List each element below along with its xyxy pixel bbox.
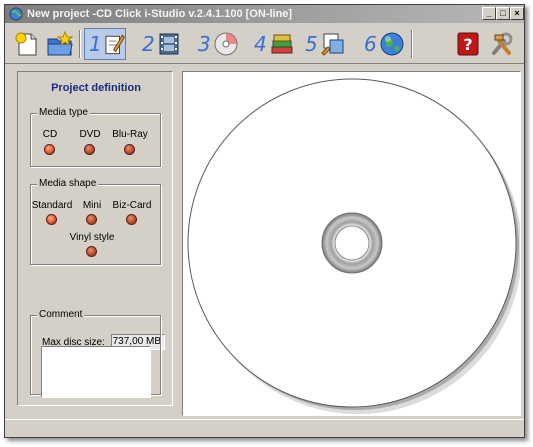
step-1-number: 1 xyxy=(89,32,102,56)
step-5-button[interactable]: 5 xyxy=(301,28,346,60)
new-project-button[interactable] xyxy=(13,28,41,60)
disc-preview-canvas[interactable] xyxy=(182,71,522,416)
option-dvd-radio[interactable] xyxy=(84,144,95,155)
app-globe-icon xyxy=(9,7,23,21)
media-type-group: Media type CD DVD Blu-Ray xyxy=(30,107,161,167)
media-type-label: Media type xyxy=(37,107,90,118)
step-5-number: 5 xyxy=(305,32,318,56)
close-button[interactable]: × xyxy=(510,7,524,20)
option-vinyl-label: Vinyl style xyxy=(69,232,115,243)
open-project-button[interactable] xyxy=(45,28,75,60)
step-6-number: 6 xyxy=(364,32,377,56)
film-strip-icon xyxy=(159,33,179,55)
step-6-button[interactable]: 6 xyxy=(360,28,405,60)
tools-icon xyxy=(492,32,513,55)
new-document-icon xyxy=(15,32,37,56)
option-mini-radio[interactable] xyxy=(86,214,97,225)
option-standard-radio[interactable] xyxy=(46,214,57,225)
help-icon: ? xyxy=(457,32,479,56)
project-definition-panel: Project definition Media type CD DVD Blu… xyxy=(17,71,173,406)
globe-icon xyxy=(380,32,404,56)
window-title: New project -CD Click i-Studio v.2.4.1.1… xyxy=(27,8,293,20)
disc-icon xyxy=(214,32,238,56)
maximize-button[interactable]: □ xyxy=(496,7,510,20)
comment-label: Comment xyxy=(37,309,85,320)
step-3-button[interactable]: 3 xyxy=(194,28,239,60)
print-layout-icon xyxy=(321,33,344,56)
settings-button[interactable] xyxy=(489,28,515,60)
title-bar[interactable]: New project -CD Click i-Studio v.2.4.1.1… xyxy=(5,5,524,23)
option-bizcard-label: Biz-Card xyxy=(112,200,152,211)
option-cd-radio[interactable] xyxy=(44,144,55,155)
toolbar-separator xyxy=(411,30,413,58)
app-window: New project -CD Click i-Studio v.2.4.1.1… xyxy=(4,4,525,438)
option-bizcard-radio[interactable] xyxy=(126,214,137,225)
panel-title: Project definition xyxy=(51,82,141,94)
comment-group: Comment xyxy=(30,309,161,398)
toolbar: 1 2 3 4 5 6 ? xyxy=(5,24,524,64)
disc-center-hole xyxy=(334,225,370,261)
step-2-number: 2 xyxy=(142,32,155,56)
edit-pencil-icon xyxy=(105,34,125,55)
book-stack-icon xyxy=(271,34,293,54)
step-1-button[interactable]: 1 xyxy=(84,28,126,60)
media-shape-group: Media shape Standard Mini Biz-Card Vinyl… xyxy=(30,178,161,265)
help-button[interactable]: ? xyxy=(456,28,480,60)
media-shape-label: Media shape xyxy=(37,178,99,189)
option-vinyl-radio[interactable] xyxy=(86,246,97,257)
minimize-button[interactable]: _ xyxy=(482,7,496,20)
svg-text:?: ? xyxy=(463,35,472,54)
toolbar-separator xyxy=(79,30,81,58)
status-bar xyxy=(5,419,524,437)
step-4-button[interactable]: 4 xyxy=(250,28,295,60)
comment-textbox[interactable] xyxy=(41,346,151,398)
step-3-number: 3 xyxy=(198,32,211,56)
option-bluray-radio[interactable] xyxy=(124,144,135,155)
disc-preview-svg xyxy=(187,78,522,414)
step-2-button[interactable]: 2 xyxy=(138,28,181,60)
open-folder-star-icon xyxy=(47,30,74,56)
option-bluray-label: Blu-Ray xyxy=(112,129,148,140)
step-4-number: 4 xyxy=(254,32,267,56)
